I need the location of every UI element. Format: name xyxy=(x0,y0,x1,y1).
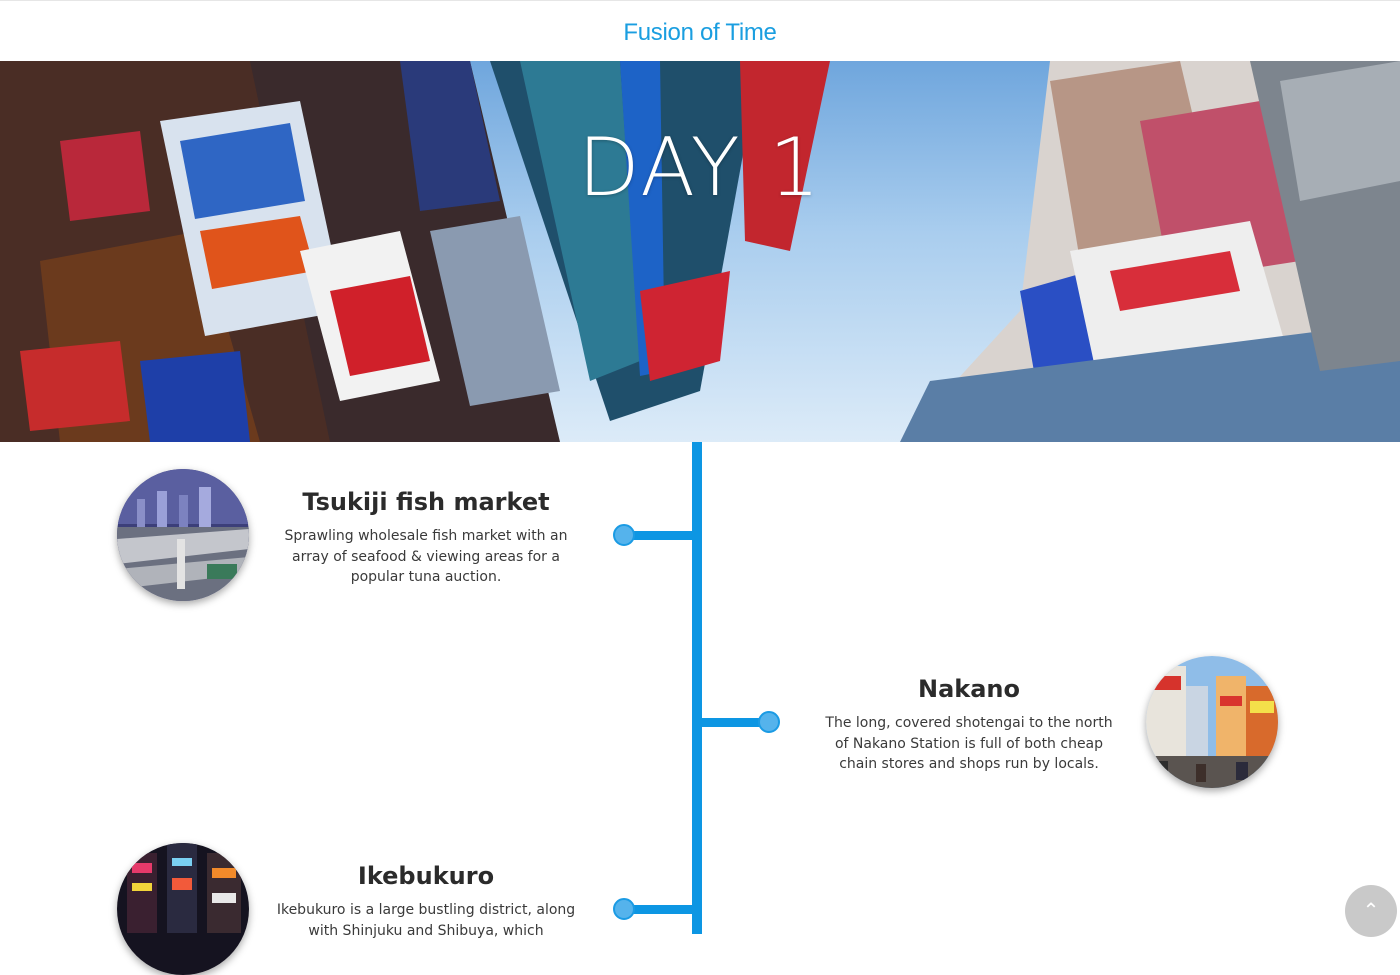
nakano-thumbnail xyxy=(1146,656,1278,788)
entry-title: Nakano xyxy=(917,675,1020,703)
hero-cityscape-image xyxy=(0,61,1400,442)
ikebukuro-thumbnail xyxy=(117,843,249,975)
entry-description: Sprawling wholesale fish market with an … xyxy=(284,528,568,585)
hero-title: DAY 1 xyxy=(578,121,822,214)
entry-title: Ikebukuro xyxy=(357,862,495,890)
tsukiji-thumbnail xyxy=(117,469,249,601)
timeline-node[interactable] xyxy=(613,898,635,920)
timeline-node[interactable] xyxy=(758,711,780,733)
timeline-branch xyxy=(630,531,694,540)
timeline-node[interactable] xyxy=(613,524,635,546)
timeline-branch xyxy=(630,905,694,914)
timeline-line xyxy=(692,442,702,934)
entry-title: Tsukiji fish market xyxy=(302,488,550,516)
entry-description: Ikebukuro is a large bustling district, … xyxy=(276,902,576,939)
site-header: Fusion of Time xyxy=(0,0,1400,61)
entry-description: The long, covered shotengai to the north… xyxy=(825,715,1113,772)
chevron-up-icon: ⌃ xyxy=(1362,898,1380,922)
timeline-branch xyxy=(700,718,764,727)
site-title-link[interactable]: Fusion of Time xyxy=(623,19,777,47)
scroll-to-top-button[interactable]: ⌃ xyxy=(1345,885,1397,937)
hero-banner: DAY 1 xyxy=(0,61,1400,442)
